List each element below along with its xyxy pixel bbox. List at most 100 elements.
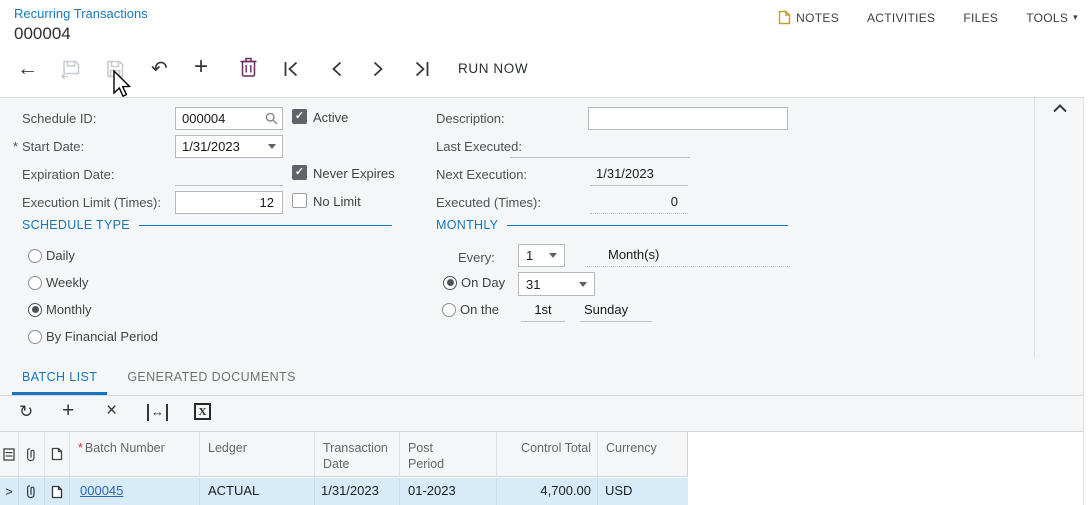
radio-monthly[interactable]: Monthly — [28, 302, 92, 317]
cell-ledger[interactable]: ACTUAL — [200, 478, 315, 505]
schedule-type-section-header: SCHEDULE TYPE — [22, 218, 392, 232]
last-executed-field — [510, 135, 690, 158]
cell-control-total[interactable]: 4,700.00 — [497, 478, 598, 505]
description-input[interactable] — [588, 107, 788, 130]
chevron-down-icon[interactable] — [268, 144, 276, 149]
cell-currency[interactable]: USD — [598, 478, 688, 505]
col-header-ledger[interactable]: Ledger — [200, 432, 315, 476]
go-previous-button[interactable] — [330, 61, 343, 77]
note-file-icon — [51, 447, 63, 461]
radio-by-financial-period[interactable]: By Financial Period — [28, 329, 158, 344]
no-limit-checkbox[interactable] — [292, 193, 307, 208]
row-settings-icon — [3, 447, 15, 461]
activities-button[interactable]: ACTIVITIES — [867, 11, 935, 25]
undo-button[interactable]: ↶ — [151, 56, 168, 81]
grid-add-row-button[interactable]: + — [62, 399, 74, 423]
recurring-transactions-screen: Recurring Transactions 000004 NOTES ACTI… — [0, 0, 1090, 505]
row-note-cell[interactable] — [45, 478, 70, 505]
col-header-transaction-date[interactable]: Transaction Date — [315, 432, 400, 476]
grid-export-excel-button[interactable]: X — [194, 403, 211, 420]
chevron-down-icon: ▾ — [1073, 12, 1078, 22]
row-attachment-cell[interactable] — [19, 478, 45, 505]
note-file-icon — [51, 485, 63, 498]
breadcrumb[interactable]: Recurring Transactions — [14, 6, 148, 21]
executed-times-label: Executed (Times): — [436, 195, 541, 210]
col-header-batch-number[interactable]: * Batch Number — [70, 432, 200, 476]
radio-weekly-circle[interactable] — [28, 275, 42, 290]
table-row[interactable]: > 000045 ACTUAL 1/31/2023 01-2023 4,700.… — [0, 478, 688, 505]
required-marker: * — [78, 441, 83, 455]
execution-limit-input[interactable] — [175, 191, 283, 214]
active-checkbox[interactable] — [292, 109, 307, 124]
header-menu: NOTES ACTIVITIES FILES TOOLS ▾ — [778, 10, 1078, 25]
row-expand-cell[interactable]: > — [0, 478, 19, 505]
on-day-select[interactable]: 31 — [518, 272, 595, 296]
save-button[interactable] — [106, 60, 124, 78]
collapse-panel-button[interactable] — [1052, 103, 1074, 119]
radio-on-the[interactable]: On the — [442, 302, 499, 317]
grid-header-notes[interactable] — [45, 432, 70, 476]
radio-on-day[interactable]: On Day — [443, 275, 505, 290]
activities-label: ACTIVITIES — [867, 10, 936, 25]
go-next-button[interactable] — [372, 61, 385, 77]
save-and-close-button[interactable] — [60, 60, 81, 79]
tools-button[interactable]: TOOLS ▾ — [1026, 11, 1078, 25]
radio-on-day-circle[interactable] — [443, 275, 457, 290]
every-unit-field: Month(s) — [585, 244, 790, 267]
note-icon — [778, 10, 791, 25]
go-last-button[interactable] — [413, 61, 430, 77]
first-record-icon — [284, 61, 298, 77]
tools-label: TOOLS — [1026, 10, 1069, 25]
every-label: Every: — [458, 250, 495, 265]
never-expires-label: Never Expires — [313, 166, 395, 181]
never-expires-checkbox[interactable] — [292, 165, 307, 180]
expiration-date-field[interactable] — [175, 163, 283, 186]
trash-icon — [240, 57, 257, 77]
tab-batch-list[interactable]: BATCH LIST — [12, 359, 108, 395]
radio-daily-circle[interactable] — [28, 248, 42, 263]
every-select[interactable]: 1 — [518, 244, 565, 267]
grid-delete-row-button[interactable]: × — [106, 400, 117, 422]
start-date-required: * — [13, 139, 19, 154]
grid-fit-width-button[interactable]: ↔ — [147, 404, 168, 421]
previous-record-icon — [332, 61, 342, 77]
panel-right-border — [1083, 97, 1084, 505]
search-icon[interactable] — [265, 112, 278, 125]
radio-monthly-circle[interactable] — [28, 302, 42, 317]
radio-weekly[interactable]: Weekly — [28, 275, 88, 290]
radio-by-financial-period-circle[interactable] — [28, 329, 42, 344]
grid-refresh-button[interactable]: ↻ — [19, 402, 33, 422]
go-first-button[interactable] — [283, 61, 300, 77]
cell-post-period[interactable]: 01-2023 — [400, 478, 497, 505]
back-button[interactable]: ← — [17, 57, 38, 81]
col-header-currency[interactable]: Currency — [598, 432, 688, 476]
notes-button[interactable]: NOTES — [778, 10, 839, 25]
grid-header-settings[interactable] — [0, 432, 19, 476]
col-header-control-total[interactable]: Control Total — [497, 432, 598, 476]
col-header-post-period[interactable]: Post Period — [400, 432, 497, 476]
fit-width-icon: ↔ — [151, 404, 164, 419]
delete-button[interactable] — [239, 56, 258, 78]
no-limit-label: No Limit — [313, 194, 361, 209]
grid-header-attachments[interactable] — [19, 432, 45, 476]
start-date-field-wrap — [175, 135, 283, 158]
batch-number-link[interactable]: 000045 — [80, 483, 123, 498]
grid-header-row: * Batch Number Ledger Transaction Date Po… — [0, 432, 688, 477]
radio-daily[interactable]: Daily — [28, 248, 75, 263]
summary-panel: Schedule ID: Active * Start Date: Expira… — [0, 97, 1084, 432]
save-icon — [107, 60, 124, 78]
start-date-input[interactable] — [175, 135, 283, 158]
cell-transaction-date[interactable]: 1/31/2023 — [315, 478, 400, 505]
run-now-button[interactable]: RUN NOW — [458, 61, 528, 76]
monthly-section-header: MONTHLY — [436, 218, 788, 232]
files-label: FILES — [963, 10, 999, 25]
schedule-id-field-wrap — [175, 107, 283, 130]
on-the-weekday-field[interactable]: Sunday — [580, 299, 652, 322]
cell-batch-number[interactable]: 000045 — [70, 478, 200, 505]
radio-on-the-circle[interactable] — [442, 302, 456, 317]
tab-generated-documents[interactable]: GENERATED DOCUMENTS — [117, 359, 306, 395]
panel-divider — [1034, 98, 1035, 357]
files-button[interactable]: FILES — [963, 11, 998, 25]
add-record-button[interactable]: + — [194, 53, 208, 81]
on-the-ordinal-field[interactable]: 1st — [521, 299, 565, 322]
